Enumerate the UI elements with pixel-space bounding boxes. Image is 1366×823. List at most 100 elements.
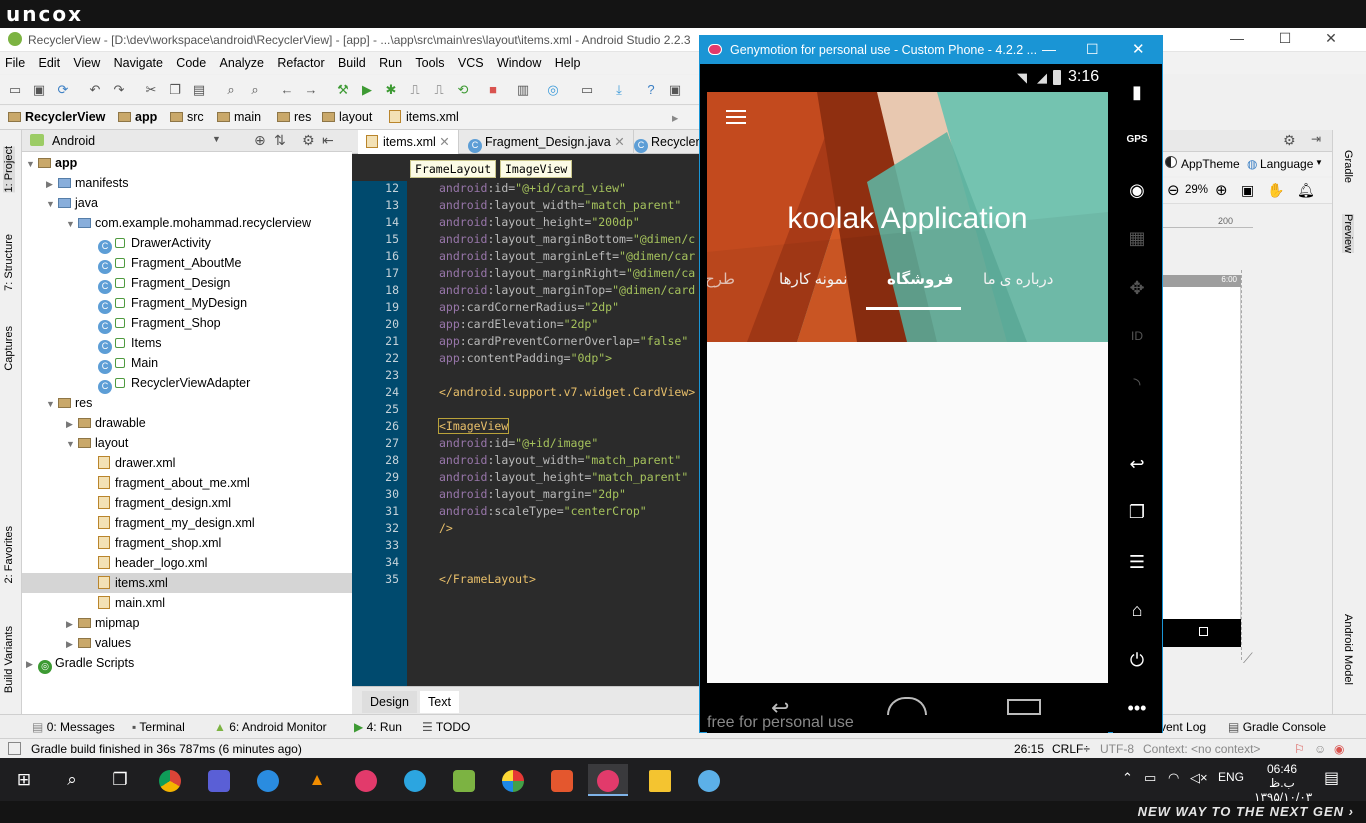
color-app-icon[interactable]	[493, 764, 533, 796]
tree-item[interactable]: ▼ com.example.mohammad.recyclerview	[22, 213, 352, 233]
tree-item[interactable]: C Main	[22, 353, 352, 374]
recent-apps-icon[interactable]	[1007, 699, 1041, 715]
tree-item[interactable]: drawer.xml	[22, 453, 352, 473]
expand-arrow-icon[interactable]: ▶	[26, 654, 38, 674]
expand-arrow-icon[interactable]: ▶	[66, 614, 78, 634]
menu-analyze[interactable]: Analyze	[215, 52, 269, 74]
tree-item[interactable]: C Fragment_Design	[22, 273, 352, 294]
scroll-from-source-icon[interactable]: ⊕	[254, 132, 266, 149]
stop-icon[interactable]: ■	[486, 83, 500, 97]
battery-tray-icon[interactable]: ▭	[1144, 770, 1156, 786]
language-selector[interactable]: Language	[1260, 157, 1313, 171]
tree-item[interactable]: ▶ ◎ Gradle Scripts	[22, 653, 352, 674]
back-icon[interactable]: ↩	[1125, 452, 1149, 476]
back-nav-icon[interactable]: ←	[280, 83, 294, 97]
tree-item[interactable]: fragment_shop.xml	[22, 533, 352, 553]
expand-arrow-icon[interactable]: ▼	[46, 394, 58, 414]
line-separator[interactable]: CRLF÷	[1052, 742, 1090, 756]
event-error-icon[interactable]: ◉	[1334, 742, 1344, 756]
cut-icon[interactable]: ✂	[144, 83, 158, 97]
tree-item[interactable]: ▼ res	[22, 393, 352, 413]
menu-navigate[interactable]: Navigate	[109, 52, 168, 74]
tab-build-variants[interactable]: Build Variants	[3, 626, 15, 693]
vlc-icon[interactable]: ▲	[297, 764, 337, 796]
expand-arrow-icon[interactable]: ▶	[66, 634, 78, 654]
chevron-down-icon[interactable]: ▼	[212, 134, 221, 144]
expand-arrow-icon[interactable]: ▶	[46, 174, 58, 194]
debug-icon[interactable]: ✱	[384, 83, 398, 97]
gps-icon[interactable]: GPS	[1125, 128, 1149, 152]
minimize-button[interactable]: —	[1042, 41, 1056, 57]
tree-item[interactable]: ▶ mipmap	[22, 613, 352, 633]
tree-item[interactable]: ▼ layout	[22, 433, 352, 453]
start-icon[interactable]: ⊞	[4, 764, 44, 796]
close-tab-icon[interactable]: ✕	[614, 135, 624, 149]
tab-android-model[interactable]: Android Model	[1342, 614, 1354, 685]
app-theme-selector[interactable]: AppTheme	[1181, 157, 1240, 171]
tab-structure[interactable]: 7: Structure	[3, 234, 15, 291]
clock[interactable]: 06:46 ب.ظ ۱۳۹۵/۱۰/۰۳	[1254, 762, 1312, 804]
tab-portfolio[interactable]: نمونه کارها	[779, 270, 847, 288]
run-icon[interactable]: ▶	[360, 83, 374, 97]
redo-icon[interactable]: ↷	[112, 83, 126, 97]
tree-item[interactable]: header_logo.xml	[22, 553, 352, 573]
bell-icon[interactable]: 🔔︎	[1297, 182, 1315, 199]
avd-icon[interactable]: ▭	[580, 83, 594, 97]
crumb-items-xml[interactable]: items.xml	[389, 110, 459, 124]
hide-panel-icon[interactable]: ⇥	[1311, 132, 1321, 146]
tool-messages[interactable]: ▤ 0: Messages	[32, 720, 115, 734]
crumb-app[interactable]: app	[118, 110, 157, 124]
more-icon[interactable]: •••	[1125, 696, 1149, 720]
wifi-tray-icon[interactable]: ◠	[1168, 770, 1179, 786]
tab-text[interactable]: Text	[420, 691, 459, 713]
make-icon[interactable]: ⚒	[336, 83, 350, 97]
forward-nav-icon[interactable]: →	[304, 83, 318, 97]
hamburger-menu-icon[interactable]	[726, 110, 746, 126]
tool-gradle-console[interactable]: ▤ Gradle Console	[1228, 720, 1326, 734]
breadcrumb-imageview[interactable]: ImageView	[500, 160, 573, 178]
fit-screen-icon[interactable]: ▣	[1241, 182, 1254, 199]
menu-refactor[interactable]: Refactor	[272, 52, 329, 74]
crumb-src[interactable]: src	[170, 110, 204, 124]
apply-changes-icon[interactable]: ⟲	[456, 83, 470, 97]
tree-item[interactable]: C RecyclerViewAdapter	[22, 373, 352, 394]
tree-item[interactable]: C DrawerActivity	[22, 233, 352, 254]
home-icon[interactable]: ⌂	[1125, 598, 1149, 622]
paste-icon[interactable]: ▤	[192, 83, 206, 97]
battery-icon[interactable]: ▮	[1125, 80, 1149, 104]
tab-favorites[interactable]: 2: Favorites	[3, 526, 15, 583]
tab-fragment-design-java[interactable]: C Fragment_Design.java ✕	[460, 130, 634, 154]
genymotion-taskbar-icon[interactable]	[588, 764, 628, 796]
cross-app-icon[interactable]	[542, 764, 582, 796]
volume-tray-icon[interactable]: ◁×	[1190, 770, 1208, 786]
home-icon[interactable]	[887, 697, 927, 715]
phpstorm-icon[interactable]	[199, 764, 239, 796]
project-view-selector[interactable]: Android	[52, 134, 95, 148]
sync-app-icon[interactable]	[248, 764, 288, 796]
tree-item[interactable]: C Fragment_AboutMe	[22, 253, 352, 274]
breadcrumb-framelayout[interactable]: FrameLayout	[410, 160, 497, 178]
tab-project[interactable]: 1: Project	[3, 146, 15, 193]
tool-todo[interactable]: ☰ TODO	[422, 720, 470, 734]
tree-item[interactable]: items.xml	[22, 573, 352, 593]
sync-icon[interactable]: ⟳	[56, 83, 70, 97]
tab-about-us[interactable]: درباره ی ما	[983, 270, 1053, 288]
tab-shop[interactable]: فروشگاه	[887, 270, 953, 288]
expand-arrow-icon[interactable]: ▼	[26, 154, 38, 174]
tree-item[interactable]: ▶ drawable	[22, 413, 352, 433]
maximize-button[interactable]: ☐	[1086, 41, 1099, 58]
gear-icon[interactable]: ⚙	[302, 132, 315, 149]
sdk-icon[interactable]: ⤓	[612, 83, 626, 97]
notifications-icon[interactable]: ▤	[1324, 768, 1339, 788]
paint-icon[interactable]	[689, 764, 729, 796]
tree-item[interactable]: ▶ manifests	[22, 173, 352, 193]
gear-icon[interactable]: ⚙	[1283, 132, 1296, 149]
hide-panel-icon[interactable]: ⇤	[322, 132, 334, 149]
tool-run[interactable]: ▶ 4: Run	[354, 720, 402, 734]
resize-handle-icon[interactable]: ⟋	[1243, 650, 1253, 667]
attach-icon[interactable]: ⎍	[408, 83, 422, 97]
menu-build[interactable]: Build	[333, 52, 371, 74]
close-button[interactable]: ✕	[1132, 40, 1145, 58]
expand-arrow-icon[interactable]: ▼	[66, 214, 78, 234]
menu-tools[interactable]: Tools	[410, 52, 449, 74]
